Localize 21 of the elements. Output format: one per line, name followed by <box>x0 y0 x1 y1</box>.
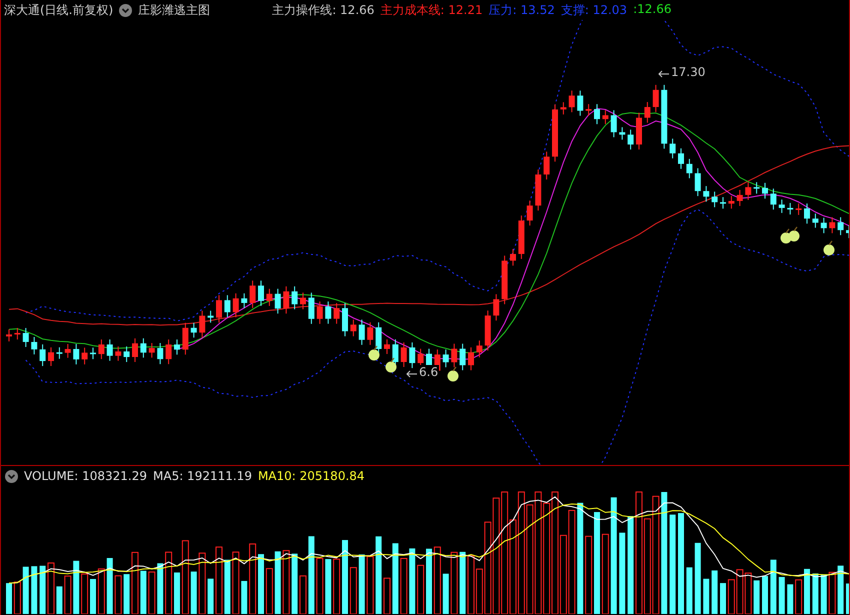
legend-value: VOLUME: 108321.29 <box>24 469 147 483</box>
stock-title: 深大通(日线.前复权) <box>4 2 114 18</box>
legend-value: MA10: 205180.84 <box>258 469 365 483</box>
apple-icon <box>448 366 458 382</box>
apple-icon <box>368 346 380 360</box>
price-label: 6.6 <box>418 365 440 379</box>
arrow-icon <box>406 370 418 378</box>
price-label: 17.30 <box>670 65 706 79</box>
arrow-icon <box>658 70 670 78</box>
legend-value: 支撑: 12.03 <box>560 2 628 18</box>
legend-value: 主力操作线: 12.66 <box>272 2 374 18</box>
legend-value: 压力: 13.52 <box>488 2 555 18</box>
apple-icon <box>788 226 800 242</box>
legend-value: :12.66 <box>633 2 672 18</box>
legend-value: 主力成本线: 12.21 <box>380 2 483 18</box>
dropdown-icon[interactable] <box>119 4 132 16</box>
indicator-name[interactable]: 庄影潍逃主图 <box>138 2 210 18</box>
apple-icon <box>824 240 834 256</box>
legend-value: MA5: 192111.19 <box>153 469 252 483</box>
dropdown-icon[interactable] <box>5 470 18 482</box>
apple-icon <box>386 358 396 372</box>
